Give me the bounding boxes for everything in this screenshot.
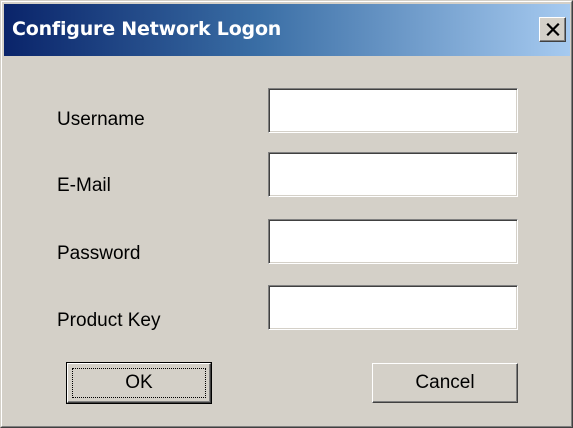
close-button[interactable]	[539, 17, 566, 42]
configure-network-logon-dialog: Configure Network Logon Username E-Mail …	[0, 0, 573, 428]
cancel-button[interactable]: Cancel	[372, 363, 518, 403]
username-label: Username	[57, 109, 145, 130]
password-label: Password	[57, 243, 141, 264]
dialog-title: Configure Network Logon	[12, 18, 282, 40]
close-icon	[545, 23, 560, 36]
password-input[interactable]	[268, 219, 518, 264]
cancel-button-label: Cancel	[415, 372, 475, 393]
product-key-input[interactable]	[268, 285, 518, 330]
ok-button-label: OK	[125, 372, 153, 393]
ok-button[interactable]: OK	[66, 362, 212, 404]
email-input[interactable]	[268, 152, 518, 197]
product-key-label: Product Key	[57, 310, 161, 331]
email-label: E-Mail	[57, 175, 111, 196]
username-input[interactable]	[268, 88, 518, 133]
title-bar[interactable]: Configure Network Logon	[4, 4, 570, 56]
